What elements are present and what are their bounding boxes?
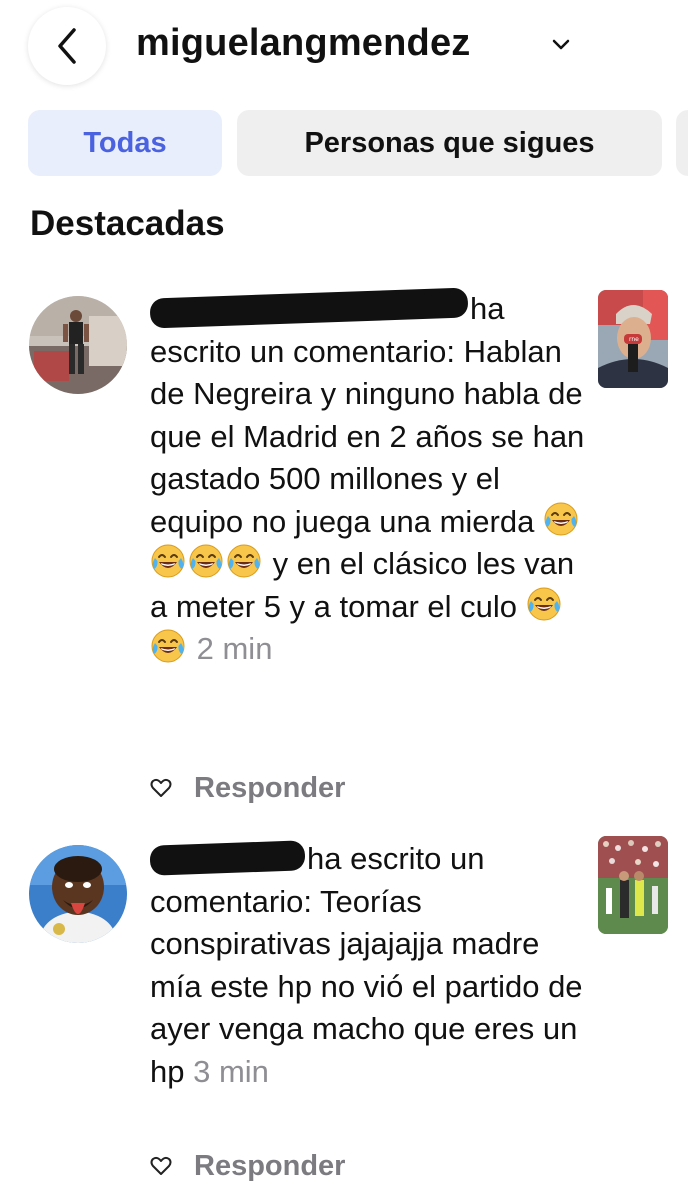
- svg-text:rne: rne: [629, 336, 639, 343]
- post-thumbnail[interactable]: [598, 836, 668, 934]
- chevron-left-icon: [58, 28, 76, 64]
- redacted-username: [149, 287, 469, 329]
- heart-outline-icon[interactable]: [150, 778, 172, 798]
- comment-time: 3 min: [193, 1053, 269, 1089]
- post-thumbnail[interactable]: rne: [598, 290, 668, 388]
- reply-row: Responder: [150, 768, 345, 808]
- reply-row: Responder: [150, 1146, 345, 1186]
- header-bar: miguelangmendez: [0, 0, 688, 95]
- heart-outline-icon[interactable]: [150, 1156, 172, 1176]
- face-with-tears-of-joy-emoji: [150, 543, 186, 579]
- reply-button[interactable]: Responder: [194, 1150, 345, 1183]
- tab-more[interactable]: [676, 110, 688, 176]
- post-thumbnail-image: rne: [598, 290, 668, 388]
- comment-text: ha escrito un comentario: Teorías conspi…: [149, 838, 590, 1093]
- profile-username[interactable]: miguelangmendez: [136, 22, 471, 65]
- back-button[interactable]: [28, 7, 106, 85]
- chevron-down-icon[interactable]: [552, 38, 570, 52]
- comment-time: 2 min: [196, 631, 273, 666]
- avatar[interactable]: [29, 296, 127, 394]
- face-with-tears-of-joy-emoji: [543, 501, 579, 537]
- tab-personas-que-sigues[interactable]: Personas que sigues: [237, 110, 662, 176]
- face-with-tears-of-joy-emoji: [188, 543, 224, 579]
- avatar[interactable]: [29, 845, 127, 943]
- face-with-tears-of-joy-emoji: [526, 586, 562, 622]
- face-with-tears-of-joy-emoji: [226, 543, 262, 579]
- tab-todas[interactable]: Todas: [28, 110, 222, 176]
- redacted-username: [149, 840, 306, 876]
- face-with-tears-of-joy-emoji: [150, 628, 186, 664]
- post-thumbnail-image: [598, 836, 668, 934]
- avatar-photo: [29, 296, 127, 394]
- section-title: Destacadas: [30, 204, 225, 243]
- avatar-photo: [29, 845, 127, 943]
- comment-text: ha escrito un comentario: Hablan de Negr…: [149, 287, 590, 671]
- filter-tabs: Todas Personas que sigues: [28, 110, 688, 176]
- reply-button[interactable]: Responder: [194, 772, 345, 805]
